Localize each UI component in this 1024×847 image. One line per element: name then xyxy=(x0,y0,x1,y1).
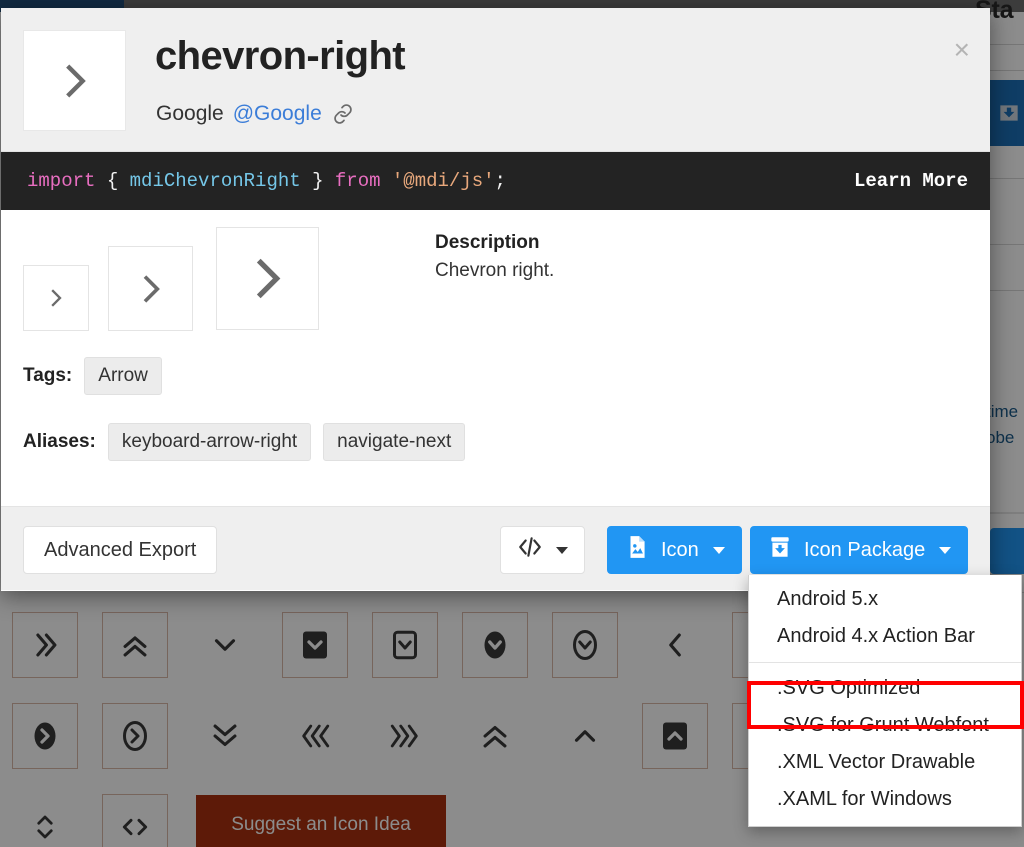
code-export-button[interactable] xyxy=(500,526,585,574)
dropdown-item-xaml-for-windows[interactable]: .XAML for Windows xyxy=(749,781,1021,818)
code-snippet-bar: import { mdiChevronRight } from '@mdi/js… xyxy=(1,152,990,210)
author-handle-link[interactable]: @Google xyxy=(233,102,322,126)
code-token-brace-open: { xyxy=(95,170,130,192)
chevron-down-icon xyxy=(712,546,725,554)
aliases-row: Aliases: keyboard-arrow-right navigate-n… xyxy=(23,423,477,461)
aliases-label: Aliases: xyxy=(23,431,96,452)
alias-chip[interactable]: keyboard-arrow-right xyxy=(107,423,312,461)
package-download-icon xyxy=(767,534,793,566)
modal-body: Description Chevron right. Tags: Arrow A… xyxy=(1,210,990,506)
code-token-import: import xyxy=(27,170,96,192)
image-file-icon xyxy=(624,534,650,566)
close-icon[interactable]: × xyxy=(954,36,970,64)
dropdown-item-xml-vector-drawable[interactable]: .XML Vector Drawable xyxy=(749,744,1021,781)
code-brackets-icon xyxy=(517,534,543,566)
code-token-identifier: mdiChevronRight xyxy=(129,170,301,192)
chevron-right-icon xyxy=(65,63,86,98)
chevron-down-icon xyxy=(556,546,568,554)
page-title: chevron-right xyxy=(155,34,406,78)
chevron-right-icon xyxy=(143,274,160,303)
chevron-right-icon xyxy=(51,289,62,307)
preview-large xyxy=(216,227,319,330)
icon-detail-modal: chevron-right Google @Google × import { … xyxy=(1,8,990,591)
dropdown-item-android-4-action-bar[interactable]: Android 4.x Action Bar xyxy=(749,618,1021,655)
chevron-right-icon xyxy=(256,258,281,299)
learn-more-link[interactable]: Learn More xyxy=(854,170,968,192)
alias-chip[interactable]: navigate-next xyxy=(323,423,466,461)
tags-label: Tags: xyxy=(23,365,73,386)
advanced-export-button[interactable]: Advanced Export xyxy=(23,526,218,574)
icon-package-dropdown-menu: Android 5.x Android 4.x Action Bar .SVG … xyxy=(748,575,1022,827)
author-name: Google xyxy=(156,102,224,125)
dropdown-item-android-5[interactable]: Android 5.x xyxy=(749,581,1021,618)
code-token-string: '@mdi/js' xyxy=(380,170,495,192)
code-token-brace-close: } xyxy=(300,170,335,192)
author-row: Google @Google xyxy=(156,102,355,126)
code-token-from: from xyxy=(334,170,381,192)
dropdown-item-svg-grunt-webfont[interactable]: .SVG for Grunt Webfont xyxy=(749,707,1021,744)
description-text: Chevron right. xyxy=(435,260,555,281)
link-icon[interactable] xyxy=(331,102,355,126)
screenshot-root: Sta time obe Suggest an Icon Idea chevro… xyxy=(0,0,1024,847)
preview-medium xyxy=(108,246,193,331)
icon-download-label: Icon xyxy=(661,538,699,561)
preview-small xyxy=(23,265,89,331)
code-snippet[interactable]: import { mdiChevronRight } from '@mdi/js… xyxy=(27,170,506,192)
tags-row: Tags: Arrow xyxy=(23,357,174,395)
icon-download-button[interactable]: Icon xyxy=(607,526,742,574)
code-token-semicolon: ; xyxy=(494,170,506,192)
chevron-down-icon xyxy=(939,546,952,554)
advanced-export-label: Advanced Export xyxy=(44,538,197,561)
modal-preview-box xyxy=(23,30,126,131)
dropdown-divider xyxy=(749,662,1021,663)
icon-package-label: Icon Package xyxy=(804,538,926,561)
dropdown-item-svg-optimized[interactable]: .SVG Optimized xyxy=(749,670,1021,707)
description-heading: Description xyxy=(435,232,540,253)
icon-package-button[interactable]: Icon Package xyxy=(750,526,969,574)
modal-header: chevron-right Google @Google × xyxy=(1,8,990,152)
tag-chip[interactable]: Arrow xyxy=(84,357,162,395)
description-block: Description Chevron right. xyxy=(435,232,554,282)
